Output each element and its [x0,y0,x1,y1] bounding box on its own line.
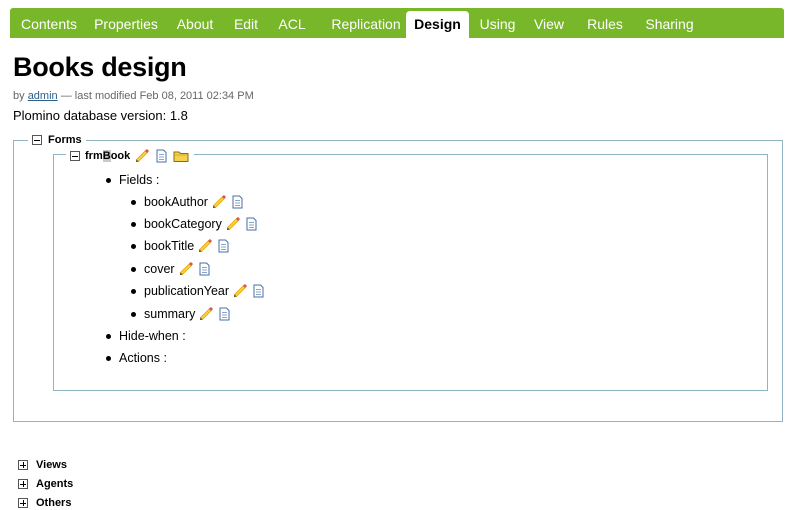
forms-legend: Forms [28,133,86,147]
tab-replication[interactable]: Replication [321,11,411,38]
tab-properties[interactable]: Properties [88,11,164,38]
document-icon[interactable] [218,307,231,321]
fields-label: Fields : [119,173,160,187]
field-link[interactable]: publicationYear [144,284,229,298]
document-icon[interactable] [155,149,168,163]
hidewhen-list-header: Hide-when : [106,328,186,344]
pencil-icon[interactable] [198,239,213,253]
tab-view[interactable]: View [528,11,570,38]
field-link[interactable]: bookAuthor [144,195,208,209]
fields-list-header: Fields : [106,172,159,188]
tab-rules[interactable]: Rules [579,11,631,38]
field-link[interactable]: bookTitle [144,239,194,253]
author-link[interactable]: admin [28,90,58,102]
pencil-icon[interactable] [179,262,194,276]
views-section[interactable]: Views [18,458,67,472]
tab-acl[interactable]: ACL [272,11,312,38]
pencil-icon[interactable] [226,217,241,231]
bullet-icon [131,199,136,205]
byline-prefix: by [13,90,25,102]
forms-label: Forms [48,134,82,146]
field-link[interactable]: bookCategory [144,217,222,231]
expand-icon[interactable] [18,498,28,508]
bullet-icon [131,243,136,249]
page-title: Books design [13,52,187,82]
list-item: bookAuthor [131,194,244,210]
document-icon[interactable] [245,217,258,231]
pencil-icon[interactable] [135,149,150,163]
list-item: bookTitle [131,238,230,254]
byline-modified: — last modified Feb 08, 2011 02:34 PM [60,90,254,102]
expand-icon[interactable] [18,460,28,470]
views-label: Views [36,459,67,471]
folder-icon[interactable] [173,149,190,163]
others-label: Others [36,497,72,509]
list-item: cover [131,261,211,277]
collapse-icon[interactable] [70,151,80,161]
agents-section[interactable]: Agents [18,477,73,491]
tab-contents[interactable]: Contents [14,11,84,38]
others-section[interactable]: Others [18,496,71,510]
bullet-icon [106,355,111,361]
pencil-icon[interactable] [199,307,214,321]
expand-icon[interactable] [18,479,28,489]
tab-design[interactable]: Design [406,11,469,39]
document-icon[interactable] [252,284,265,298]
hidewhen-label: Hide-when : [119,329,186,343]
list-item: publicationYear [131,283,265,299]
bullet-icon [106,177,111,183]
field-link[interactable]: summary [144,307,195,321]
tab-sharing[interactable]: Sharing [637,11,702,38]
tab-about[interactable]: About [170,11,220,38]
pencil-icon[interactable] [233,284,248,298]
collapse-icon[interactable] [32,135,42,145]
form-name[interactable]: frmBook [85,150,130,162]
tab-edit[interactable]: Edit [228,11,264,38]
list-item: summary [131,306,231,322]
list-item: bookCategory [131,216,258,232]
actions-list-header: Actions : [106,350,167,366]
bullet-icon [131,311,136,317]
bullet-icon [131,221,136,227]
field-link[interactable]: cover [144,262,175,276]
bullet-icon [131,288,136,294]
database-version: Plomino database version: 1.8 [13,108,188,123]
byline: by admin — last modified Feb 08, 2011 02… [13,90,254,102]
document-icon[interactable] [217,239,230,253]
bullet-icon [106,333,111,339]
tab-using[interactable]: Using [475,11,520,38]
bullet-icon [131,266,136,272]
form-book-legend: frmBook [66,149,195,163]
tab-bar: Contents Properties About Edit ACL Repli… [10,8,784,39]
document-icon[interactable] [198,262,211,276]
pencil-icon[interactable] [212,195,227,209]
agents-label: Agents [36,478,74,490]
document-icon[interactable] [231,195,244,209]
actions-label: Actions : [119,351,167,365]
